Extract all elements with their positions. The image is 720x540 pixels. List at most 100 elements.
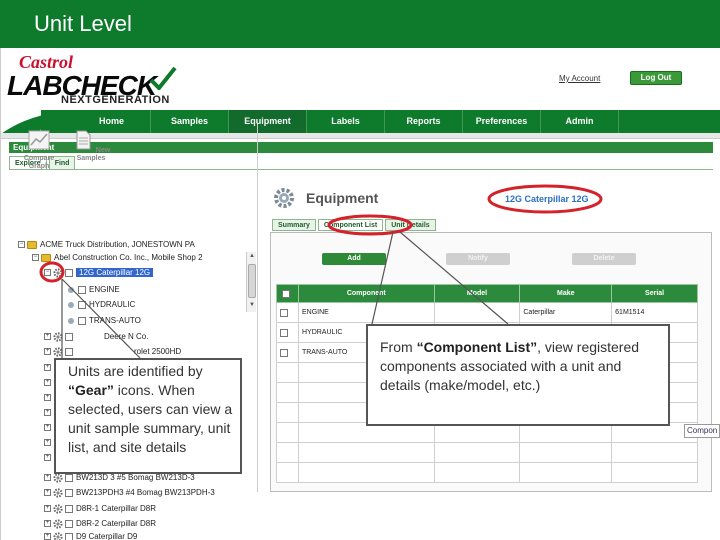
expand-icon[interactable]: +	[44, 454, 51, 462]
document-icon	[76, 130, 91, 150]
my-account-link[interactable]: My Account	[559, 74, 600, 83]
component-icon	[68, 286, 74, 293]
add-button[interactable]: Add	[322, 253, 386, 265]
castrol-logo: Castrol	[19, 52, 74, 72]
column-header[interactable]: Model	[433, 284, 521, 303]
tree-unit[interactable]: + BW213PDH3 #4 Bomag BW213PDH-3	[44, 487, 215, 499]
unit-checkbox[interactable]	[65, 268, 73, 277]
column-header[interactable]: Make	[519, 284, 613, 303]
slide-title: Unit Level	[34, 11, 132, 36]
row-checkbox[interactable]	[280, 328, 288, 337]
folder-icon	[41, 253, 51, 262]
table-row-empty	[276, 462, 698, 483]
page-title: Equipment	[306, 190, 379, 206]
tree-expander[interactable]: +	[44, 377, 53, 389]
expand-icon[interactable]: +	[44, 424, 51, 432]
expand-icon[interactable]: +	[44, 379, 51, 387]
unit-checkbox[interactable]	[65, 488, 73, 497]
collapse-icon[interactable]: −	[32, 254, 39, 262]
component-checkbox[interactable]	[78, 316, 86, 325]
component-checkbox[interactable]	[78, 285, 86, 294]
expand-icon[interactable]: +	[44, 409, 51, 417]
tree-component[interactable]: HYDRAULIC	[66, 299, 135, 311]
delete-button[interactable]: Delete	[572, 253, 636, 265]
tree-unit[interactable]: + D8R-1 Caterpillar D8R	[44, 503, 156, 515]
expand-icon[interactable]: +	[44, 505, 51, 513]
nav-labels[interactable]: Labels	[307, 110, 385, 133]
tree-scrollbar[interactable]: ▲ ▼	[246, 252, 256, 312]
tree-unit[interactable]: + rolet 2500HD	[44, 346, 181, 358]
expand-icon[interactable]: +	[44, 520, 51, 528]
equipment-gear-icon	[274, 188, 294, 208]
nav-reports[interactable]: Reports	[385, 110, 463, 133]
expand-icon[interactable]: +	[44, 489, 51, 497]
tree-unit[interactable]: + Deere N Co.	[44, 331, 148, 343]
tree-expander[interactable]: +	[44, 437, 53, 449]
compare-graph-tool[interactable]: Compare Graph	[14, 130, 64, 171]
column-header[interactable]: Component	[297, 284, 435, 303]
tree-unit[interactable]: + D9 Caterpillar D9	[44, 531, 137, 540]
unit-tabs: Summary Component List Unit Details	[272, 219, 438, 231]
tree-branch[interactable]: − Abel Construction Co. Inc., Mobile Shop…	[32, 252, 203, 264]
graph-icon	[28, 130, 50, 150]
expand-icon[interactable]: +	[44, 439, 51, 447]
unit-checkbox[interactable]	[65, 519, 73, 528]
component-checkbox[interactable]	[78, 300, 86, 309]
select-all-cell[interactable]	[276, 284, 299, 303]
tree-root[interactable]: − ACME Truck Distribution, JONESTOWN PA	[18, 239, 195, 251]
unit-checkbox[interactable]	[65, 347, 73, 356]
tab-unit-details[interactable]: Unit Details	[385, 219, 436, 231]
scroll-up-icon[interactable]: ▲	[248, 253, 256, 262]
row-select-cell[interactable]	[276, 302, 299, 323]
tree-expander[interactable]: +	[44, 362, 53, 374]
expand-icon[interactable]: +	[44, 533, 51, 540]
expand-icon[interactable]: +	[44, 333, 51, 341]
component-edge-button[interactable]: Compon	[684, 424, 720, 438]
unit-checkbox[interactable]	[65, 473, 73, 482]
unit-checkbox[interactable]	[65, 532, 73, 540]
table-header: Component Model Make Serial	[276, 284, 698, 303]
row-checkbox[interactable]	[280, 308, 288, 317]
tree-component[interactable]: ENGINE	[66, 284, 120, 296]
unit-checkbox[interactable]	[65, 504, 73, 513]
new-samples-tool[interactable]: New Samples	[66, 130, 116, 163]
expand-icon[interactable]: +	[44, 394, 51, 402]
folder-icon	[27, 240, 37, 249]
collapse-icon[interactable]: −	[44, 269, 51, 277]
gear-icon	[53, 519, 63, 529]
expand-icon[interactable]: +	[44, 364, 51, 372]
scrollbar-thumb[interactable]	[248, 264, 256, 298]
logout-button[interactable]: Log Out	[630, 71, 682, 85]
scroll-down-icon[interactable]: ▼	[248, 302, 256, 311]
expand-icon[interactable]: +	[44, 348, 51, 356]
gear-icon	[53, 268, 63, 278]
table-row[interactable]: ENGINE Caterpillar 61M1514	[276, 302, 698, 323]
row-select-cell[interactable]	[276, 322, 299, 343]
column-header[interactable]: Serial	[611, 284, 698, 303]
tab-component-list[interactable]: Component List	[317, 219, 384, 231]
collapse-icon[interactable]: −	[18, 241, 25, 249]
make-cell: Caterpillar	[519, 302, 613, 323]
notify-button[interactable]: Notify	[446, 253, 510, 265]
tree-expander[interactable]: +	[44, 452, 53, 464]
component-cell: ENGINE	[297, 302, 435, 323]
gear-icon	[53, 473, 63, 483]
tree-expander[interactable]: +	[44, 392, 53, 404]
gear-icon	[53, 488, 63, 498]
tree-unit[interactable]: + D8R-2 Caterpillar D8R	[44, 518, 156, 530]
expand-icon[interactable]: +	[44, 474, 51, 482]
unit-checkbox[interactable]	[65, 332, 73, 341]
component-list-callout: From “Component List”, view registered c…	[366, 324, 670, 426]
tree-expander[interactable]: +	[44, 407, 53, 419]
nav-admin[interactable]: Admin	[541, 110, 619, 133]
tree-component[interactable]: TRANS-AUTO	[66, 315, 141, 327]
row-checkbox[interactable]	[280, 348, 288, 357]
nav-preferences[interactable]: Preferences	[463, 110, 541, 133]
tree-unit-selected[interactable]: −12G Caterpillar 12G	[44, 267, 154, 279]
gear-icon	[53, 532, 63, 540]
select-all-checkbox[interactable]	[281, 289, 290, 298]
tree-expander[interactable]: +	[44, 422, 53, 434]
tab-summary[interactable]: Summary	[272, 219, 316, 231]
model-cell	[433, 302, 521, 323]
row-select-cell[interactable]	[276, 342, 299, 363]
